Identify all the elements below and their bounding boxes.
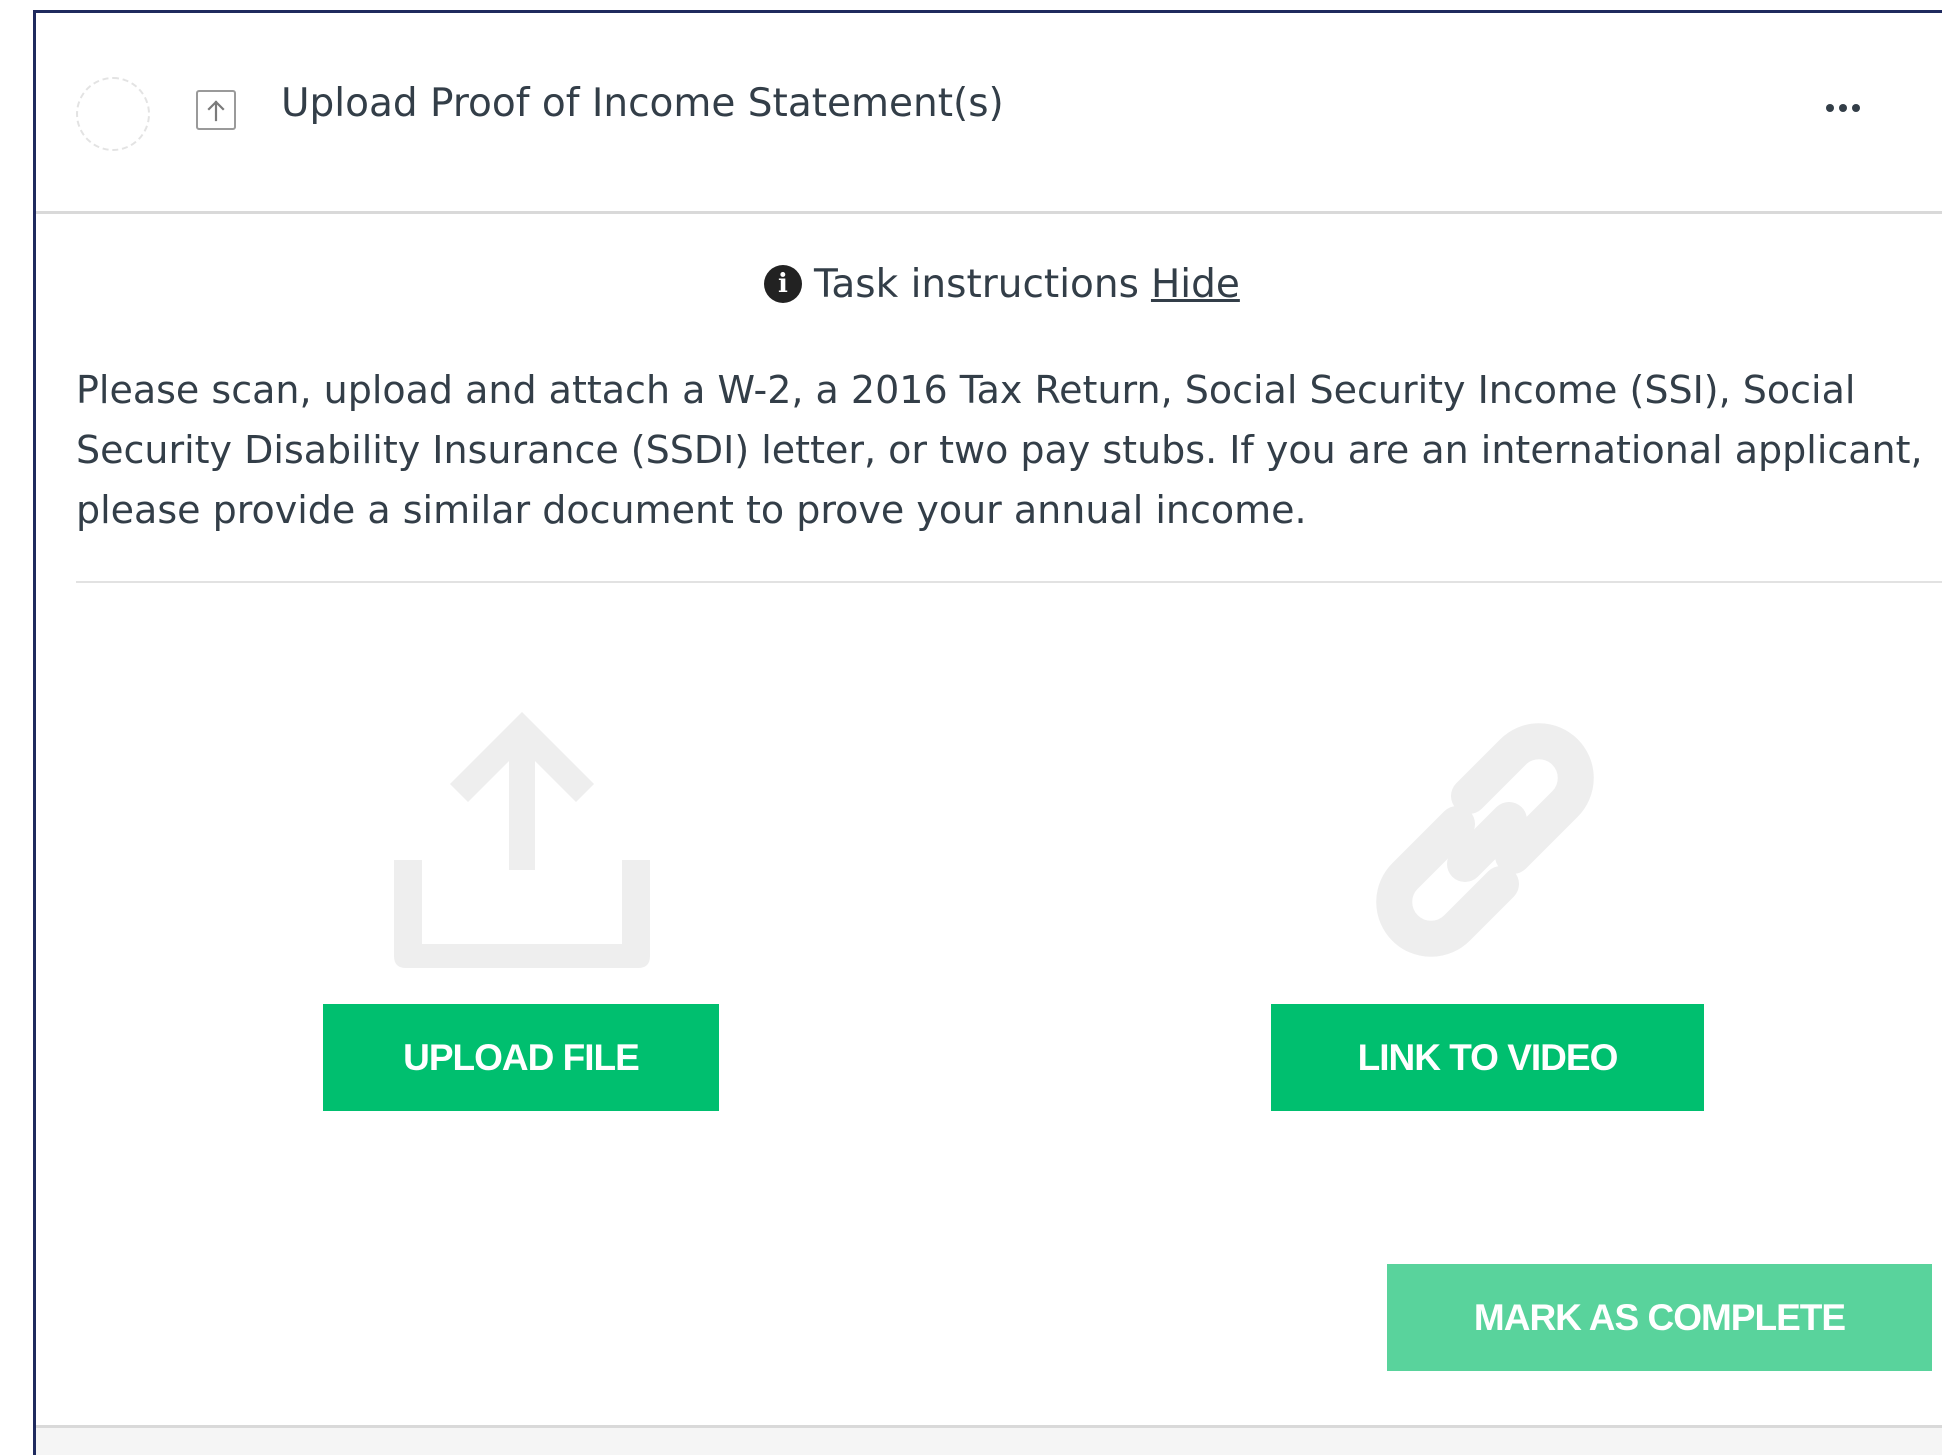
task-instructions-toggle-row: i Task instructions Hide: [764, 258, 1240, 310]
instructions-body: Please scan, upload and attach a W-2, a …: [76, 368, 1923, 532]
link-to-video-button[interactable]: LINK TO VIDEO: [1271, 1004, 1704, 1111]
hide-instructions-link[interactable]: Hide: [1151, 262, 1240, 307]
instructions-divider: [76, 581, 1942, 583]
info-icon: i: [764, 265, 802, 303]
task-status-circle-icon[interactable]: [76, 77, 150, 151]
header-divider: [36, 211, 1942, 214]
task-title: Upload Proof of Income Statement(s): [281, 81, 1004, 126]
screenshot-frame: Upload Proof of Income Statement(s) i Ta…: [0, 0, 1942, 1455]
upload-file-button[interactable]: UPLOAD FILE: [323, 1004, 719, 1111]
link-illustration-icon: [1376, 723, 1594, 957]
upload-arrow-icon: [207, 100, 225, 122]
menu-dot: [1852, 104, 1860, 112]
instructions-label: Task instructions: [814, 261, 1139, 307]
task-card: [33, 10, 1942, 1455]
menu-dot: [1839, 104, 1847, 112]
menu-dot: [1826, 104, 1834, 112]
upload-task-icon: [196, 90, 236, 130]
upload-illustration-icon: [394, 712, 650, 968]
footer-band: [36, 1428, 1942, 1455]
mark-as-complete-button[interactable]: MARK AS COMPLETE: [1387, 1264, 1932, 1371]
more-options-icon[interactable]: [1808, 88, 1878, 128]
